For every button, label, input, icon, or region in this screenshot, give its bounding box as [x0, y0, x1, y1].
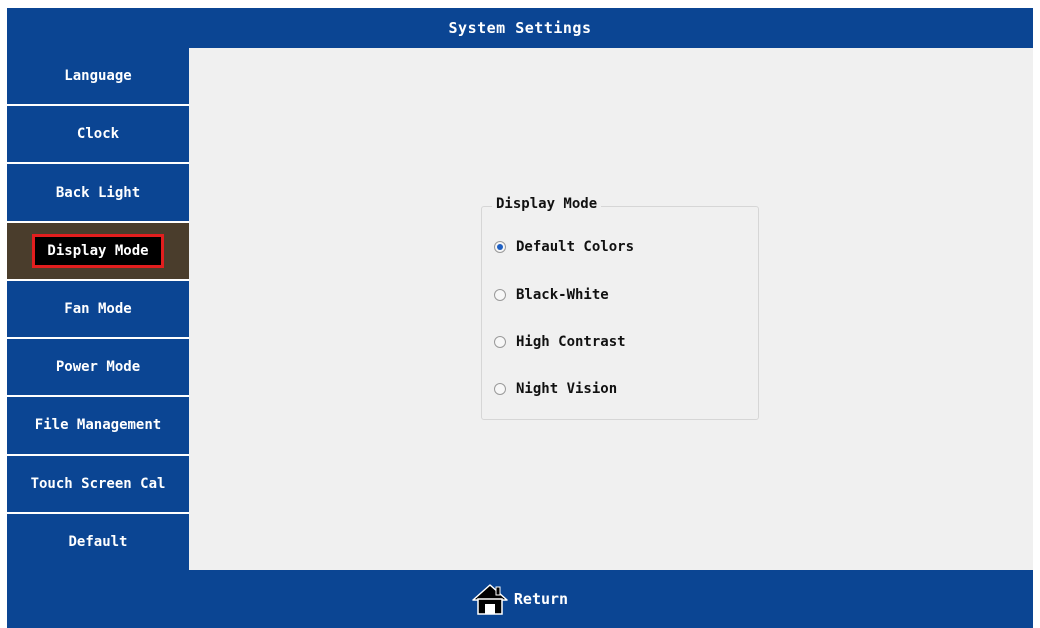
radio-button[interactable] [494, 241, 506, 253]
radio-label: Night Vision [516, 381, 618, 397]
sidebar-item-label: Back Light [55, 184, 141, 201]
sidebar-item-file-management[interactable]: File Management [7, 397, 189, 456]
sidebar-item-display-mode[interactable]: Display Mode [7, 222, 189, 281]
return-button[interactable]: Return [7, 570, 1033, 628]
radio-button[interactable] [494, 336, 506, 348]
sidebar-item-label: Fan Mode [64, 300, 132, 317]
sidebar-item-label: Touch Screen Cal [30, 475, 166, 492]
sidebar-item-language[interactable]: Language [7, 48, 189, 107]
radio-high-contrast[interactable]: High Contrast [494, 334, 626, 350]
display-mode-group: Display Mode Default Colors Black-White … [481, 196, 759, 420]
title-bar: System Settings [7, 8, 1033, 48]
radio-night-vision[interactable]: Night Vision [494, 381, 617, 397]
return-label: Return [513, 590, 569, 608]
sidebar-item-label: Language [64, 68, 132, 85]
radio-button[interactable] [494, 289, 506, 301]
sidebar-item-label: Power Mode [55, 359, 141, 376]
page-title: System Settings [448, 19, 592, 37]
sidebar-item-clock[interactable]: Clock [7, 106, 189, 165]
settings-sidebar: Language Clock Back Light Display Mode F… [7, 48, 189, 570]
sidebar-item-back-light[interactable]: Back Light [7, 164, 189, 223]
sidebar-item-label: Clock [76, 126, 120, 143]
sidebar-item-default[interactable]: Default [7, 513, 189, 570]
radio-button[interactable] [494, 383, 506, 395]
sidebar-item-label: File Management [34, 417, 162, 434]
radio-black-white[interactable]: Black-White [494, 287, 609, 303]
sidebar-item-label: Default [68, 533, 128, 550]
sidebar-item-fan-mode[interactable]: Fan Mode [7, 280, 189, 340]
home-icon [472, 583, 508, 615]
sidebar-item-power-mode[interactable]: Power Mode [7, 339, 189, 398]
radio-label: High Contrast [516, 334, 626, 350]
group-title: Display Mode [492, 196, 602, 212]
radio-default-colors[interactable]: Default Colors [494, 239, 634, 255]
radio-label: Default Colors [516, 239, 635, 255]
sidebar-item-touch-screen-cal[interactable]: Touch Screen Cal [7, 455, 189, 514]
settings-content: Display Mode Default Colors Black-White … [189, 48, 1033, 570]
sidebar-item-label: Display Mode [32, 233, 164, 268]
radio-label: Black-White [516, 287, 609, 303]
